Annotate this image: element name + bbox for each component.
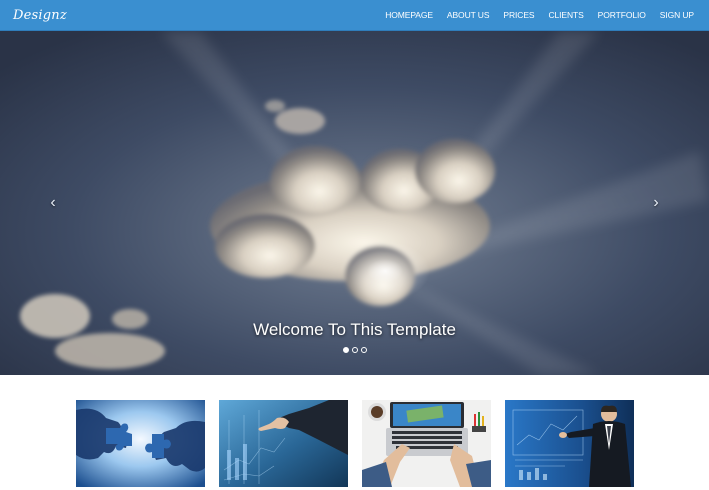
nav-link-sign-up[interactable]: SIGN UP (653, 10, 701, 20)
carousel-dot-3[interactable] (360, 347, 367, 353)
businessman-screen-image (505, 400, 634, 487)
carousel-dot-2[interactable] (351, 347, 358, 353)
nav-link-about-us[interactable]: ABOUT US (440, 10, 497, 20)
nav-link-clients[interactable]: CLIENTS (541, 10, 590, 20)
nav-link-homepage[interactable]: HOMEPAGE (378, 10, 440, 20)
navbar: Designz HOMEPAGE ABOUT US PRICES CLIENTS… (0, 0, 709, 31)
nav-link-portfolio[interactable]: PORTFOLIO (591, 10, 653, 20)
puzzle-image (76, 400, 205, 487)
nav-item-portfolio: PORTFOLIO (591, 10, 653, 20)
brand-logo[interactable]: Designz (13, 8, 67, 23)
nav-item-prices: PRICES (496, 10, 541, 20)
thumbnail-gallery (0, 400, 709, 487)
nav-item-clients: CLIENTS (541, 10, 590, 20)
nav-item-about-us: ABOUT US (440, 10, 497, 20)
thumbnail-businessman[interactable] (505, 400, 634, 487)
laptop-money-image (362, 400, 491, 487)
thumbnail-laptop[interactable] (362, 400, 491, 487)
carousel-next-button[interactable]: › (646, 191, 666, 215)
touchscreen-chart-image (219, 400, 348, 487)
hero-caption: Welcome To This Template (253, 320, 456, 339)
thumbnail-puzzle[interactable] (76, 400, 205, 487)
nav-item-homepage: HOMEPAGE (378, 10, 440, 20)
carousel-indicators (0, 347, 709, 353)
nav-item-sign-up: SIGN UP (653, 10, 701, 20)
hero-carousel: ‹ › Welcome To This Template (0, 31, 709, 375)
carousel-prev-button[interactable]: ‹ (43, 191, 63, 215)
thumbnail-touchscreen[interactable] (219, 400, 348, 487)
carousel-dot-1[interactable] (342, 347, 349, 353)
nav-link-prices[interactable]: PRICES (496, 10, 541, 20)
nav-menu: HOMEPAGE ABOUT US PRICES CLIENTS PORTFOL… (378, 10, 701, 20)
